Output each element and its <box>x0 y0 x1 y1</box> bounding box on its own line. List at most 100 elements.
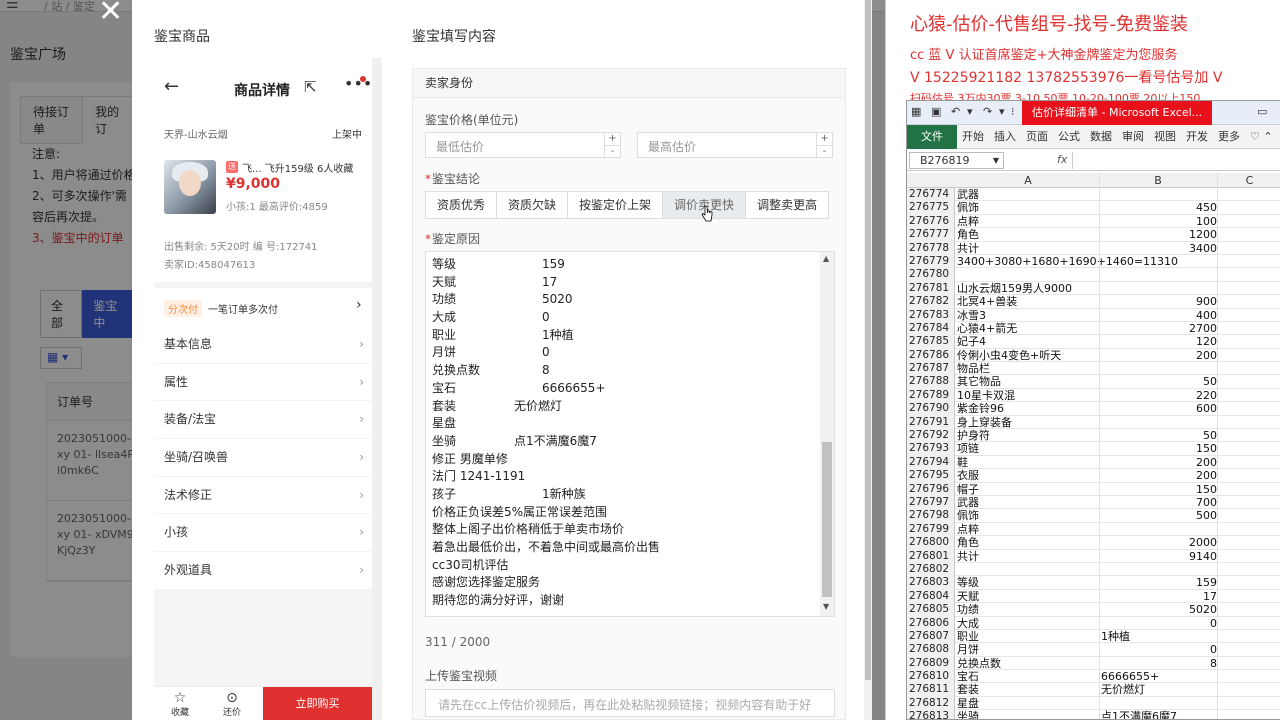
column-header[interactable]: C <box>1217 174 1280 187</box>
sheet-row[interactable]: 276780 <box>907 268 1280 282</box>
sheet-row[interactable]: 276789 10星卡双混 220 <box>907 388 1280 403</box>
appraisal-modal: 鉴宝商品 鉴宝填写内容 ← 商品详情 ⇱ ••• 天界-山水云烟 上架中 送 飞… <box>132 0 872 720</box>
sheet-row[interactable]: 276784 心猿4+箭无 2700 <box>907 321 1280 336</box>
sheet-row[interactable]: 276775 佩饰 450 <box>907 201 1280 215</box>
menu-item[interactable]: 装备/法宝 › <box>154 401 372 440</box>
ribbon-tab[interactable]: 视图 <box>1149 125 1181 149</box>
column-headers: A B C <box>907 173 1280 188</box>
column-header[interactable]: A <box>957 174 1099 187</box>
sheet-row[interactable]: 276776 点粹 100 <box>907 214 1280 229</box>
bargain-button[interactable]: ⊙ 还价 <box>212 691 252 718</box>
column-header[interactable]: B <box>1099 174 1217 187</box>
sheet-row[interactable]: 276807 职业 1种植 <box>907 629 1280 644</box>
option-adjust-higher[interactable]: 调整卖更高 <box>745 191 830 219</box>
sheet-row[interactable]: 276796 帽子 150 <box>907 482 1280 496</box>
option-list-at-price[interactable]: 按鉴定价上架 <box>567 191 664 219</box>
textarea-scrollbar[interactable]: ▲ ▼ <box>820 252 834 616</box>
ribbon-tab[interactable]: 页面 <box>1021 125 1053 149</box>
excel-titlebar: ▦ ▣ ↶ ▾ ↷ ▾ ⁝ 估价详细清单 - Microsoft Excel..… <box>907 101 1280 125</box>
ribbon-tab[interactable]: 开始 <box>957 125 989 149</box>
ribbon-tab-file[interactable]: 文件 <box>907 125 957 149</box>
sheet-row[interactable]: 276810 宝石 6666655+ <box>907 670 1280 684</box>
installment-text: 一笔订单多次付 <box>208 305 278 316</box>
reason-line: 孩子 1新种族 <box>432 486 586 501</box>
sheet-row[interactable]: 276813 坐骑 点1不满魔6魔7 <box>907 710 1280 719</box>
sheet-row[interactable]: 276774 武器 <box>907 188 1280 202</box>
share-icon[interactable]: ⇱ <box>304 78 317 96</box>
sheet-row[interactable]: 276783 冰雪3 400 <box>907 308 1280 322</box>
sheet-row[interactable]: 276801 共计 9140 <box>907 549 1280 563</box>
sheet-row[interactable]: 276781 山水云烟159男人9000 <box>907 281 1280 296</box>
formula-input[interactable] <box>1072 152 1280 169</box>
menu-item[interactable]: 小孩 › <box>154 514 372 553</box>
sheet-row[interactable]: 276800 角色 2000 <box>907 536 1280 550</box>
reason-label: *鉴定原因 <box>425 232 481 246</box>
sheet-row[interactable]: 276812 星盘 <box>907 696 1280 711</box>
ribbon-tab[interactable]: 插入 <box>989 125 1021 149</box>
min-price-input[interactable]: 最低估价 + - <box>425 132 621 158</box>
ribbon-tab[interactable]: 公式 <box>1053 125 1085 149</box>
sheet-row[interactable]: 276811 套装 无价燃灯 <box>907 683 1280 697</box>
sheet-row[interactable]: 276788 其它物品 50 <box>907 375 1280 389</box>
installment-row[interactable]: 分次付 一笔订单多次付 › <box>154 288 372 330</box>
ribbon-tab[interactable]: 更多 <box>1213 125 1245 149</box>
sheet-row[interactable]: 276795 衣服 200 <box>907 469 1280 483</box>
max-price-input[interactable]: 最高估价 + - <box>637 132 833 158</box>
sheet-row[interactable]: 276790 紫金铃96 600 <box>907 402 1280 416</box>
sheet-row[interactable]: 276799 点粹 <box>907 522 1280 537</box>
ribbon-tab[interactable]: 审阅 <box>1117 125 1149 149</box>
menu-item[interactable]: 外观道具 › <box>154 552 372 590</box>
menu-item[interactable]: 坐骑/召唤兽 › <box>154 439 372 477</box>
sheet-row[interactable]: 276803 等级 159 <box>907 576 1280 590</box>
option-excellent[interactable]: 资质优秀 <box>425 191 498 219</box>
formula-bar: B276819 ▼ fx <box>907 151 1280 171</box>
ribbon-tab[interactable]: 数据 <box>1085 125 1117 149</box>
menu-item[interactable]: 基本信息 › <box>154 326 372 364</box>
option-lacking[interactable]: 资质欠缺 <box>496 191 569 219</box>
sheet-row[interactable]: 276798 佩饰 500 <box>907 509 1280 523</box>
reason-textarea[interactable]: 等级 159 天赋 17 功绩 5020 大成 0 职业 1种植 月饼 0 兑换点数 8 宝石 6666655… <box>425 251 835 617</box>
sheet-row[interactable]: 276793 项链 150 <box>907 442 1280 456</box>
close-icon[interactable]: ✕ <box>98 0 123 29</box>
ribbon-tab[interactable]: 开发 <box>1181 125 1213 149</box>
sheet-row[interactable]: 276802 <box>907 562 1280 577</box>
sheet-row[interactable]: 276805 功绩 5020 <box>907 603 1280 617</box>
sheet-row[interactable]: 276785 妃子4 120 <box>907 335 1280 349</box>
video-label: 上传鉴宝视频 <box>425 669 498 683</box>
sheet-row[interactable]: 276778 共计 3400 <box>907 241 1280 255</box>
reason-line: 坐骑 点1不满魔6魔7 <box>432 433 597 448</box>
fx-icon[interactable]: fx <box>1057 153 1067 166</box>
star-icon: ☆ <box>173 690 187 706</box>
character-avatar[interactable] <box>164 160 216 214</box>
sheet-row[interactable]: 276806 大成 0 <box>907 616 1280 630</box>
sheet-row[interactable]: 276782 北冥4+兽装 900 <box>907 295 1280 309</box>
sheet-row[interactable]: 276794 鞋 200 <box>907 455 1280 470</box>
sheet-row[interactable]: 276791 身上穿装备 <box>907 415 1280 430</box>
chevron-right-icon: › <box>359 337 364 351</box>
menu-item[interactable]: 属性 › <box>154 364 372 402</box>
sheet-row[interactable]: 276804 天赋 17 <box>907 589 1280 604</box>
stepper: + - <box>816 133 832 157</box>
sheet-row[interactable]: 276779 3400+3080+1680+1690+1460=11310 <box>907 254 1280 269</box>
customize-icon: ⁝ <box>1011 105 1015 118</box>
sheet-row[interactable]: 276809 兑换点数 8 <box>907 656 1280 671</box>
buy-now-button[interactable]: 立即购买 <box>263 687 372 720</box>
back-arrow-icon[interactable]: ← <box>164 76 179 97</box>
sheet-row[interactable]: 276777 角色 1200 <box>907 228 1280 242</box>
menu-item[interactable]: 法术修正 › <box>154 477 372 515</box>
video-link-input[interactable]: 请先在cc上传估价视频后，再在此处粘贴视频链接；视频内容有助于好 <box>425 689 835 717</box>
name-box[interactable]: B276819 ▼ <box>909 152 1004 169</box>
modal-scrollbar[interactable] <box>864 0 872 720</box>
preview-scrollbar[interactable] <box>372 58 382 720</box>
chevron-down-icon: ▼ <box>992 156 999 165</box>
sheet-row[interactable]: 276786 伶俐小虫4变色+听天 200 <box>907 348 1280 363</box>
more-icon[interactable]: ••• <box>344 74 372 93</box>
favorite-button[interactable]: ☆ 收藏 <box>160 691 200 718</box>
sheet-row[interactable]: 276797 武器 700 <box>907 495 1280 510</box>
sheet-row[interactable]: 276792 护身符 50 <box>907 429 1280 443</box>
sheet-row[interactable]: 276787 物品栏 <box>907 362 1280 376</box>
chevron-right-icon: › <box>359 450 364 465</box>
status-badge: 上架中 <box>332 130 362 141</box>
sheet-row[interactable]: 276808 月饼 0 <box>907 643 1280 657</box>
heart-icon[interactable]: ♡ ⌃ <box>1245 125 1278 149</box>
